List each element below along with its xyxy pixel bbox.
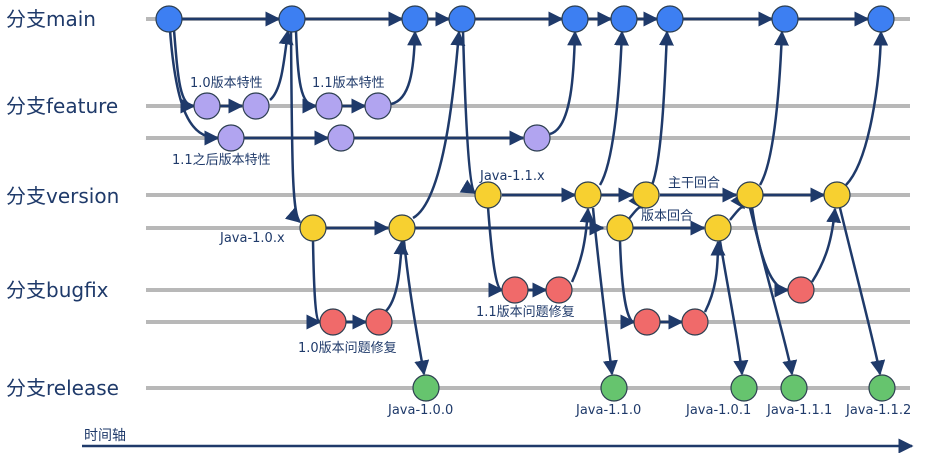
timeline-label: 时间轴 bbox=[84, 428, 126, 444]
edge-version-to-bugfix-1-1b bbox=[750, 206, 790, 298]
edge-version-1-0-x-up bbox=[412, 30, 466, 220]
annotation-feature-1-0: 1.0版本特性 bbox=[190, 76, 263, 91]
diagram-canvas: 分支main 分支feature 分支version 分支bugfix 分支re… bbox=[6, 5, 914, 453]
release-commit bbox=[780, 374, 808, 402]
main-commit bbox=[278, 5, 306, 33]
edge-main-to-feature-1-0 bbox=[172, 29, 196, 114]
main-commit bbox=[867, 5, 895, 33]
bugfix-commit bbox=[365, 308, 393, 336]
bugfix-commit bbox=[501, 276, 529, 304]
bugfix-commit bbox=[787, 276, 815, 304]
edge-version-to-bugfix-1-1 bbox=[486, 206, 504, 298]
release-commit bbox=[730, 374, 758, 402]
lane-label-release: 分支release bbox=[6, 376, 119, 400]
edge-bugfix-1-0b-merge bbox=[703, 240, 726, 313]
edge-main-to-version-1-1-x bbox=[459, 30, 477, 195]
annotation-trunk-merge: 主干回合 bbox=[668, 176, 720, 191]
release-commit bbox=[868, 374, 896, 402]
annotation-bugfix-1-1: 1.1版本问题修复 bbox=[476, 305, 575, 320]
feature-commit bbox=[364, 92, 392, 120]
edge-main-to-feature-1-1 bbox=[294, 30, 318, 114]
lane-label-feature: 分支feature bbox=[6, 94, 118, 118]
version-commit bbox=[606, 214, 634, 242]
version-commit bbox=[574, 181, 602, 209]
annotation-version-1-0-x: Java-1.0.x bbox=[219, 231, 285, 246]
annotation-bugfix-1-0: 1.0版本问题修复 bbox=[298, 341, 397, 356]
lane-label-version: 分支version bbox=[6, 184, 119, 208]
edge-feature-1-1-merge bbox=[390, 30, 423, 106]
main-commit bbox=[155, 5, 183, 33]
version-commit bbox=[632, 181, 660, 209]
edge-feature-1-0-merge bbox=[269, 29, 294, 101]
edge-to-release-1-0-1 bbox=[718, 240, 749, 376]
annotation-feature-1-1: 1.1版本特性 bbox=[312, 76, 385, 91]
main-commit bbox=[448, 5, 476, 33]
branching-diagram: 分支main 分支feature 分支version 分支bugfix 分支re… bbox=[0, 0, 925, 453]
version-commit bbox=[474, 181, 502, 209]
edge-feature-after-merge bbox=[549, 30, 583, 136]
edge-version-1-1-x-up-4 bbox=[845, 30, 889, 186]
edge-version-merge bbox=[627, 192, 644, 221]
annotation-version-1-1-x: Java-1.1.x bbox=[479, 169, 545, 184]
feature-commit bbox=[242, 92, 270, 120]
main-commit bbox=[771, 5, 799, 33]
edge-version-1-1-x-up-2 bbox=[650, 30, 674, 186]
main-commit bbox=[656, 5, 684, 33]
edge-version-1-0-x-to-1-1-x bbox=[729, 192, 746, 221]
version-commit bbox=[704, 214, 732, 242]
main-commit bbox=[561, 5, 589, 33]
edge-bugfix-1-1b-merge bbox=[810, 207, 842, 283]
feature-commit bbox=[315, 92, 343, 120]
release-tag: Java-1.1.2 bbox=[845, 403, 911, 418]
lane-labels: 分支main 分支feature 分支version 分支bugfix 分支re… bbox=[6, 7, 119, 400]
edge-version-to-bugfix-1-0 bbox=[306, 239, 322, 330]
lane-label-bugfix: 分支bugfix bbox=[6, 278, 109, 302]
bugfix-commit bbox=[545, 276, 573, 304]
lane-label-main: 分支main bbox=[6, 7, 96, 31]
bugfix-commit bbox=[633, 308, 661, 336]
rails bbox=[146, 17, 910, 390]
bugfix-commit bbox=[319, 308, 347, 336]
edge-bugfix-1-0-merge bbox=[384, 239, 409, 313]
version-commit bbox=[823, 181, 851, 209]
main-commit bbox=[401, 5, 429, 33]
release-tag: Java-1.1.1 bbox=[766, 403, 832, 418]
version-commit bbox=[388, 214, 416, 242]
edge-to-release-1-0-0 bbox=[402, 240, 430, 376]
edge-version-1-1-x-up-3 bbox=[758, 30, 789, 186]
version-commit bbox=[299, 214, 327, 242]
bugfix-commit bbox=[681, 308, 709, 336]
edge-bugfix-1-1-merge bbox=[570, 207, 595, 283]
feature-commit bbox=[327, 124, 355, 152]
feature-commit bbox=[193, 92, 221, 120]
release-commit bbox=[412, 374, 440, 402]
edge-version-1-1-x-up-1 bbox=[598, 30, 629, 186]
release-commit bbox=[600, 374, 628, 402]
release-tag: Java-1.0.0 bbox=[387, 403, 453, 418]
feature-commit bbox=[217, 124, 245, 152]
release-tag: Java-1.1.0 bbox=[575, 403, 641, 418]
feature-commit bbox=[523, 124, 551, 152]
version-commit bbox=[736, 181, 764, 209]
edge-version-to-bugfix-1-0b bbox=[618, 240, 636, 330]
main-commit bbox=[610, 5, 638, 33]
release-tag: Java-1.0.1 bbox=[685, 403, 751, 418]
annotation-feature-after-1-1: 1.1之后版本特性 bbox=[172, 153, 271, 168]
annotation-version-merge: 版本回合 bbox=[641, 209, 693, 224]
release-tags: Java-1.0.0 Java-1.1.0 Java-1.0.1 Java-1.… bbox=[387, 403, 911, 418]
